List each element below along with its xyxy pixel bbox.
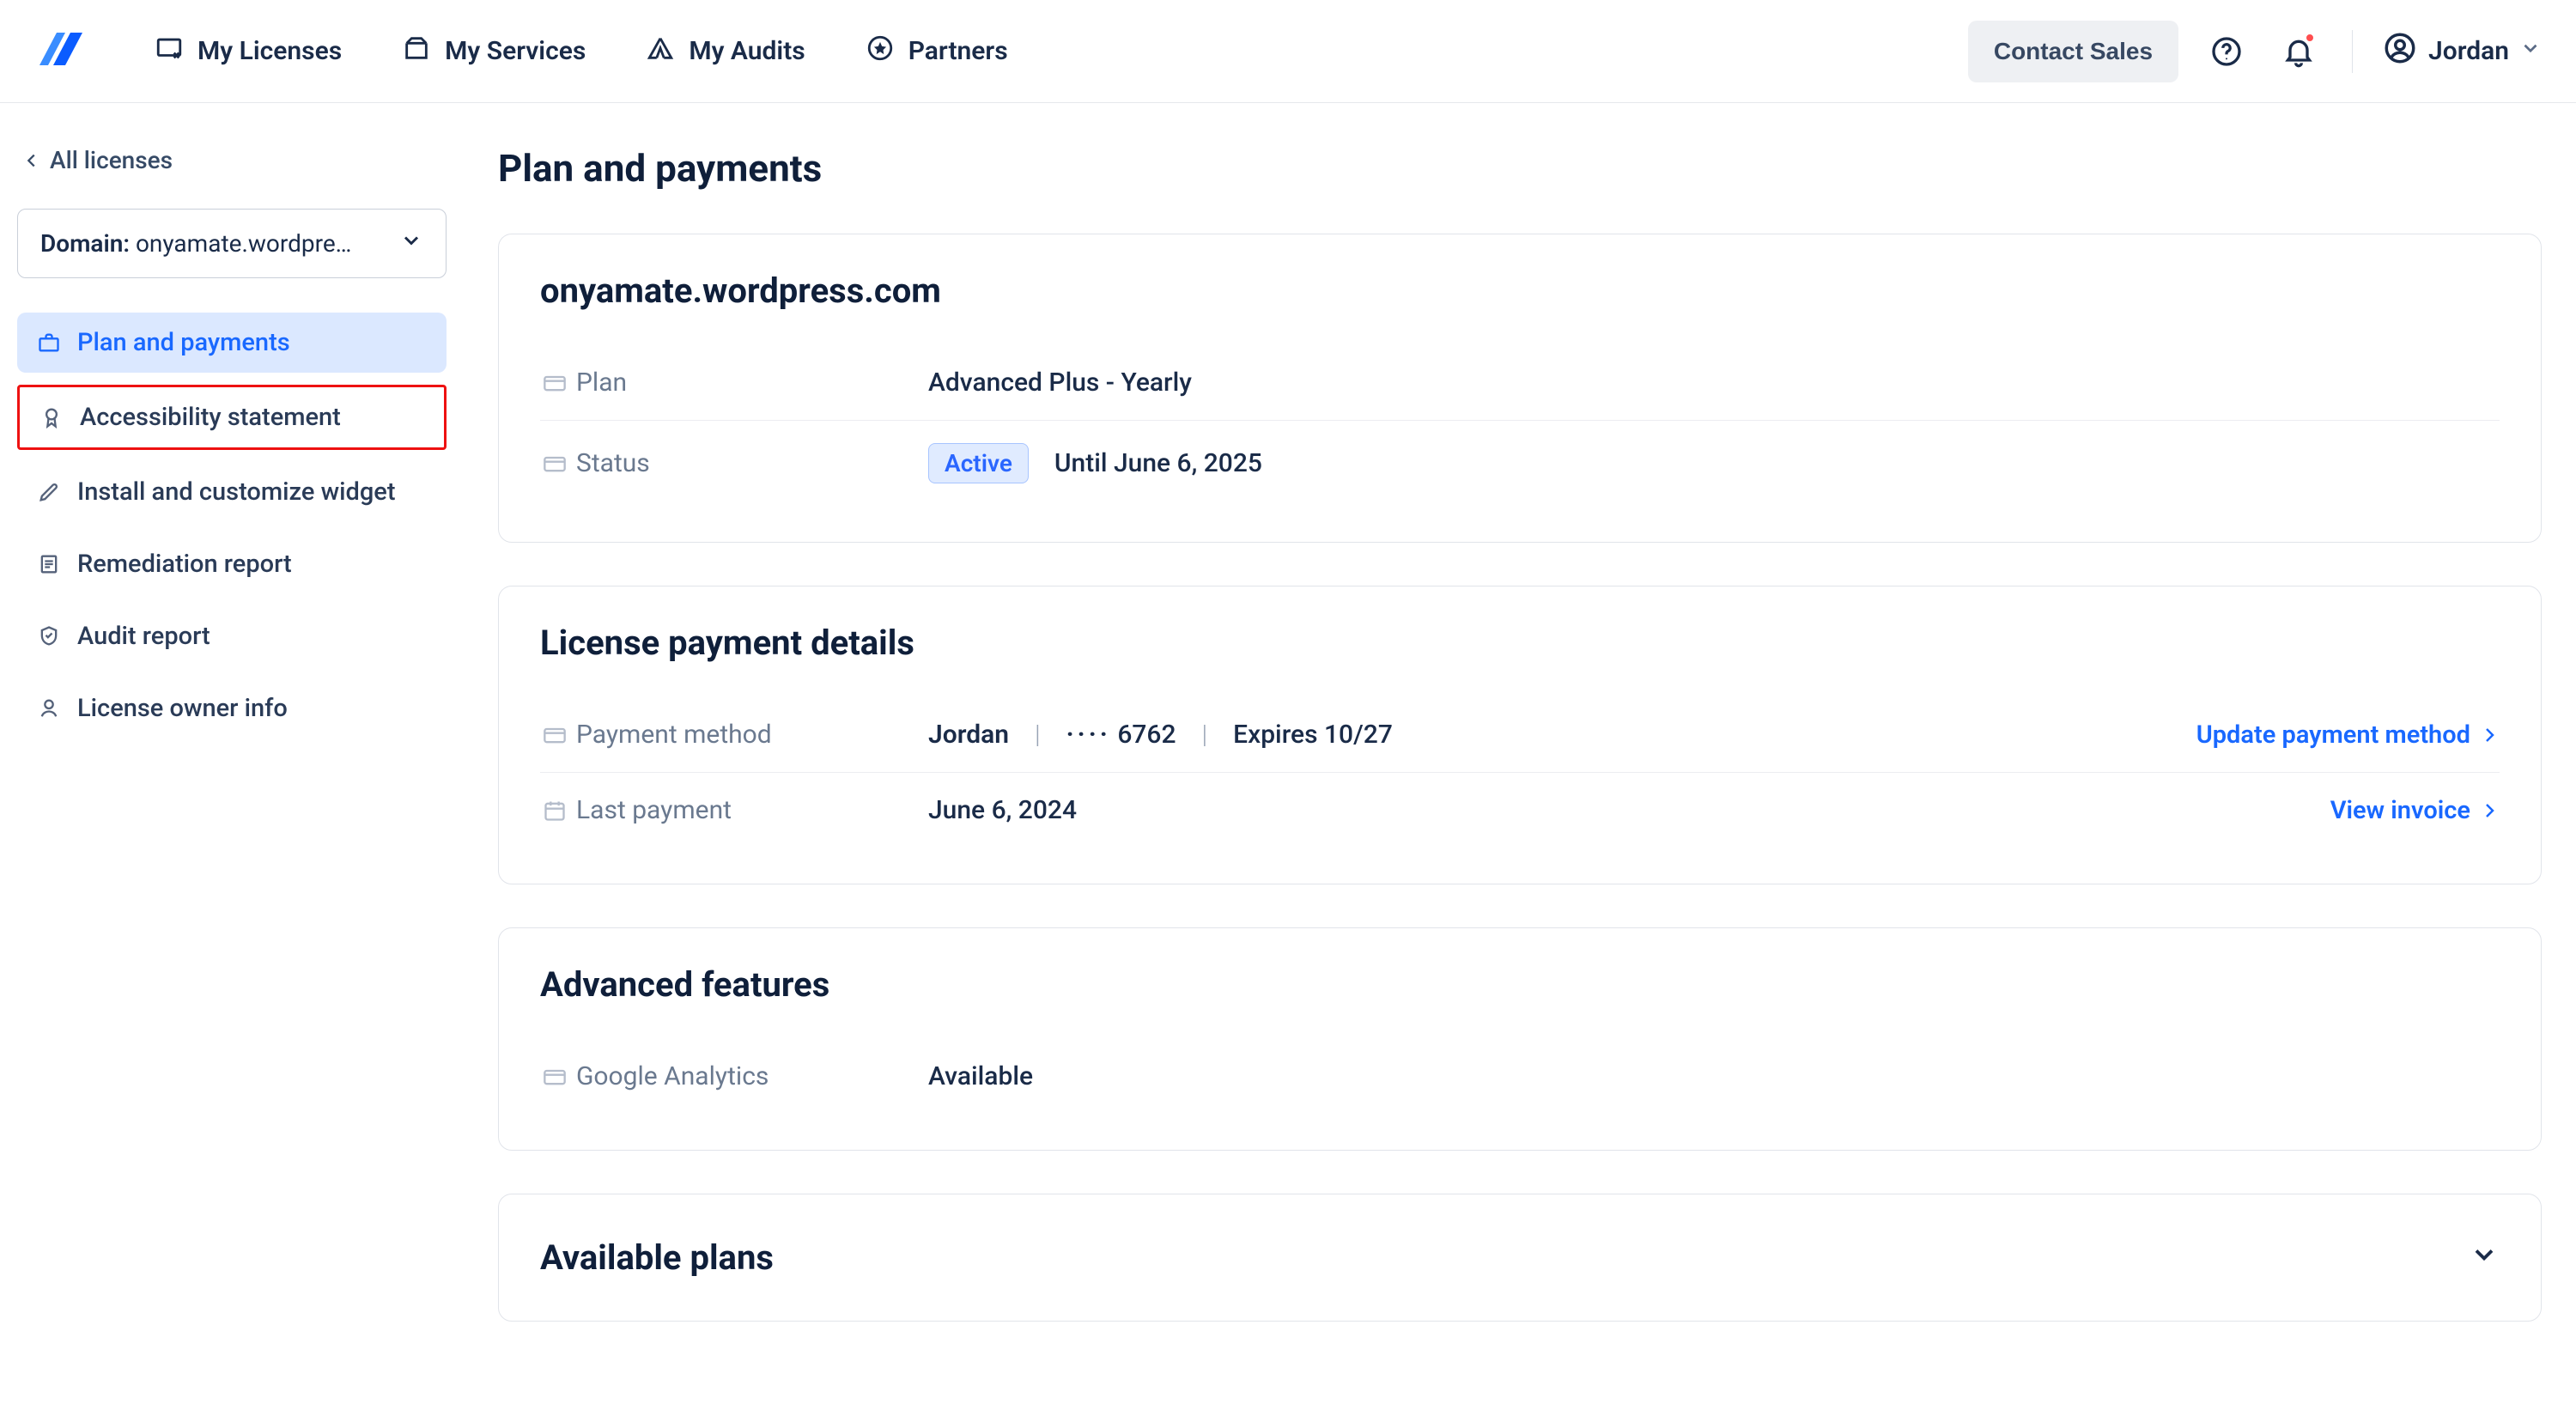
payment-method-row: Payment method Jordan | ···· 6762 | Expi…: [540, 697, 2500, 772]
notification-dot-icon: [2305, 33, 2315, 43]
status-badge: Active: [928, 443, 1029, 483]
page-title: Plan and payments: [498, 146, 2542, 191]
app-header: My Licenses My Services My Audits Partne…: [0, 0, 2576, 103]
ga-label: Google Analytics: [576, 1061, 928, 1091]
breadcrumb-all-licenses[interactable]: All licenses: [17, 146, 447, 174]
sidebar-item-label: Accessibility statement: [80, 403, 341, 432]
user-icon: [2382, 30, 2418, 73]
briefcase-icon: [36, 331, 62, 355]
plan-label: Plan: [576, 368, 928, 398]
view-invoice-link[interactable]: View invoice: [2330, 796, 2500, 825]
chevron-down-icon: [2519, 36, 2542, 66]
sidebar-item-install-widget[interactable]: Install and customize widget: [17, 462, 447, 522]
document-icon: [36, 552, 62, 576]
status-until: Until June 6, 2025: [1054, 448, 1262, 478]
available-plans-card: Available plans: [498, 1194, 2542, 1322]
update-payment-method-link[interactable]: Update payment method: [2196, 720, 2500, 750]
partners-icon: [866, 33, 895, 70]
header-divider: [2352, 30, 2353, 73]
nav-label: Partners: [908, 36, 1008, 66]
last-payment-label: Last payment: [576, 795, 928, 825]
nav-my-licenses[interactable]: My Licenses: [155, 33, 342, 70]
domain-selector[interactable]: Domain: onyamate.wordpre…: [17, 209, 447, 278]
sidebar-item-audit-report[interactable]: Audit report: [17, 606, 447, 666]
masked-dots: ····: [1066, 720, 1111, 750]
features-card-title: Advanced features: [540, 964, 2500, 1005]
ga-value: Available: [928, 1061, 2500, 1091]
chevron-left-icon: [22, 151, 41, 170]
sidebar-item-label: Plan and payments: [77, 328, 290, 357]
nav-label: My Services: [445, 36, 586, 66]
user-name: Jordan: [2428, 36, 2509, 66]
domain-card-title: onyamate.wordpress.com: [540, 270, 2500, 311]
sidebar-item-owner-info[interactable]: License owner info: [17, 678, 447, 738]
separator: |: [1035, 720, 1041, 750]
nav-partners[interactable]: Partners: [866, 33, 1008, 70]
available-plans-title: Available plans: [540, 1237, 774, 1278]
sidebar-item-remediation-report[interactable]: Remediation report: [17, 534, 447, 594]
sidebar-item-plan-payments[interactable]: Plan and payments: [17, 313, 447, 373]
plan-row: Plan Advanced Plus - Yearly: [540, 345, 2500, 420]
content-area: Plan and payments onyamate.wordpress.com…: [464, 103, 2576, 1416]
card-icon: [540, 723, 576, 747]
person-icon: [36, 696, 62, 720]
breadcrumb-label: All licenses: [50, 146, 173, 174]
card-icon: [540, 452, 576, 476]
pencil-icon: [36, 480, 62, 504]
features-card: Advanced features Google Analytics Avail…: [498, 927, 2542, 1151]
sidebar-item-label: License owner info: [77, 694, 288, 723]
chevron-down-icon: [2469, 1239, 2500, 1276]
nav-label: My Audits: [689, 36, 805, 66]
card-icon: [540, 371, 576, 395]
method-name: Jordan: [928, 720, 1009, 750]
card-icon: [540, 1065, 576, 1089]
nav-label: My Licenses: [197, 36, 342, 66]
domain-value: onyamate.wordpre…: [136, 229, 351, 258]
domain-card: onyamate.wordpress.com Plan Advanced Plu…: [498, 234, 2542, 543]
shield-check-icon: [36, 624, 62, 648]
user-menu[interactable]: Jordan: [2382, 30, 2542, 73]
status-label: Status: [576, 448, 928, 478]
services-icon: [402, 33, 431, 70]
contact-sales-button[interactable]: Contact Sales: [1968, 21, 2178, 82]
method-expires: Expires 10/27: [1233, 720, 1393, 750]
payment-card: License payment details Payment method J…: [498, 586, 2542, 884]
method-last4: 6762: [1117, 720, 1176, 750]
available-plans-toggle[interactable]: Available plans: [540, 1237, 2500, 1278]
google-analytics-row: Google Analytics Available: [540, 1039, 2500, 1114]
sidebar-item-label: Install and customize widget: [77, 477, 396, 507]
last-payment-row: Last payment June 6, 2024 View invoice: [540, 772, 2500, 848]
payment-card-title: License payment details: [540, 623, 2500, 663]
sidebar-item-label: Audit report: [77, 622, 210, 651]
notifications-button[interactable]: [2275, 27, 2323, 76]
award-icon: [39, 405, 64, 429]
status-row: Status Active Until June 6, 2025: [540, 420, 2500, 506]
audits-icon: [646, 33, 675, 70]
chevron-down-icon: [399, 228, 423, 258]
last-payment-value: June 6, 2024: [928, 795, 2330, 825]
chevron-right-icon: [2479, 800, 2500, 821]
sidebar-item-accessibility-statement[interactable]: Accessibility statement: [17, 385, 447, 450]
nav-my-services[interactable]: My Services: [402, 33, 586, 70]
method-label: Payment method: [576, 720, 928, 750]
app-logo[interactable]: [34, 26, 86, 77]
licenses-icon: [155, 33, 184, 70]
chevron-right-icon: [2479, 725, 2500, 745]
calendar-icon: [540, 799, 576, 823]
nav-my-audits[interactable]: My Audits: [646, 33, 805, 70]
sidebar: All licenses Domain: onyamate.wordpre… P…: [0, 103, 464, 1416]
separator: |: [1202, 720, 1208, 750]
sidebar-item-label: Remediation report: [77, 550, 292, 579]
help-button[interactable]: [2202, 27, 2251, 76]
domain-label: Domain:: [40, 229, 136, 258]
plan-value: Advanced Plus - Yearly: [928, 368, 2500, 398]
